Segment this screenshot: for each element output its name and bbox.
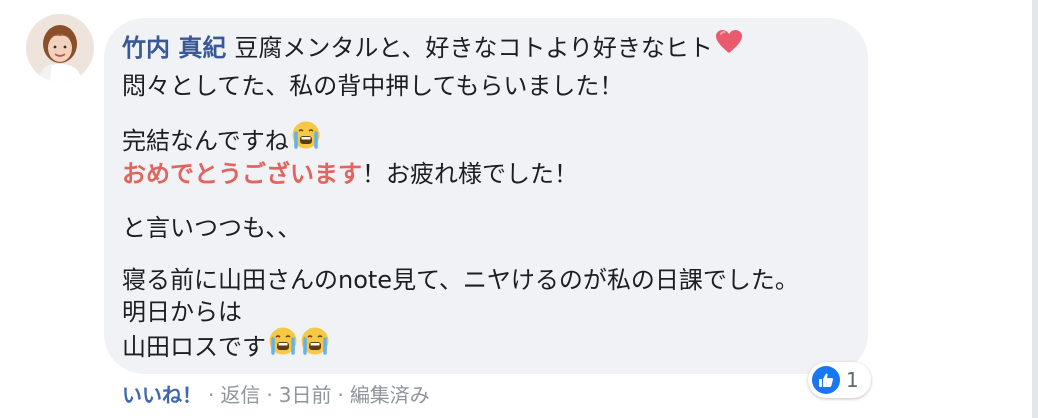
crying-face-emoji <box>300 326 330 366</box>
reply-link[interactable]: 返信 <box>220 383 260 407</box>
like-reaction-icon <box>812 366 840 394</box>
edited-label[interactable]: 編集済み <box>350 383 430 407</box>
comment-text-6: 寝る前に山田さんのnote見て、ニヤけるのが私の日課でした。 <box>122 266 799 294</box>
separator-dot: · <box>266 383 273 407</box>
comment-screen: 竹内 真紀 豆腐メンタルと、好きなコトより好きなヒト 悶々としてた、私の背中押して… <box>0 0 1038 418</box>
avatar[interactable] <box>26 14 94 82</box>
like-link[interactable]: いいね！ <box>122 383 202 407</box>
comment-line-1: 竹内 真紀 豆腐メンタルと、好きなコトより好きなヒト <box>122 30 743 66</box>
comment-text-4: ！お疲れ様でした！ <box>362 160 578 188</box>
comment-text-8: 山田ロスです <box>122 333 266 361</box>
comment-line-7: 明日からは <box>122 294 242 330</box>
reaction-count: 1 <box>846 368 859 392</box>
comment-text-3: 完結なんですね <box>122 127 289 155</box>
comment-actions: いいね！ · 返信 · 3日前 · 編集済み <box>122 380 430 410</box>
crying-face-emoji <box>291 120 321 160</box>
comment-line-6: 寝る前に山田さんのnote見て、ニヤけるのが私の日課でした。 <box>122 262 799 298</box>
heart-emoji <box>715 29 743 65</box>
comment-line-4: おめでとうございます！お疲れ様でした！ <box>122 156 578 192</box>
timestamp-link[interactable]: 3日前 <box>279 383 332 407</box>
comment-text-2: 悶々としてた、私の背中押してもらいました！ <box>122 72 624 100</box>
separator-dot: · <box>208 383 215 407</box>
comment-text-7: 明日からは <box>122 298 242 326</box>
comment-line-2: 悶々としてた、私の背中押してもらいました！ <box>122 68 623 104</box>
highlighted-text: おめでとうございます <box>122 160 362 188</box>
crying-face-emoji <box>268 326 298 366</box>
comment-text-1: 豆腐メンタルと、好きなコトより好きなヒト <box>234 34 713 62</box>
comment-line-8: 山田ロスです <box>122 326 330 366</box>
reaction-count-badge[interactable]: 1 <box>808 362 871 398</box>
author-name[interactable]: 竹内 真紀 <box>122 34 226 62</box>
comment-text-5: と言いつつも、、 <box>122 214 302 242</box>
separator-dot: · <box>337 383 344 407</box>
scrollbar-edge <box>1032 0 1038 418</box>
comment-line-5: と言いつつも、、 <box>122 210 301 246</box>
comment-line-3: 完結なんですね <box>122 120 321 160</box>
